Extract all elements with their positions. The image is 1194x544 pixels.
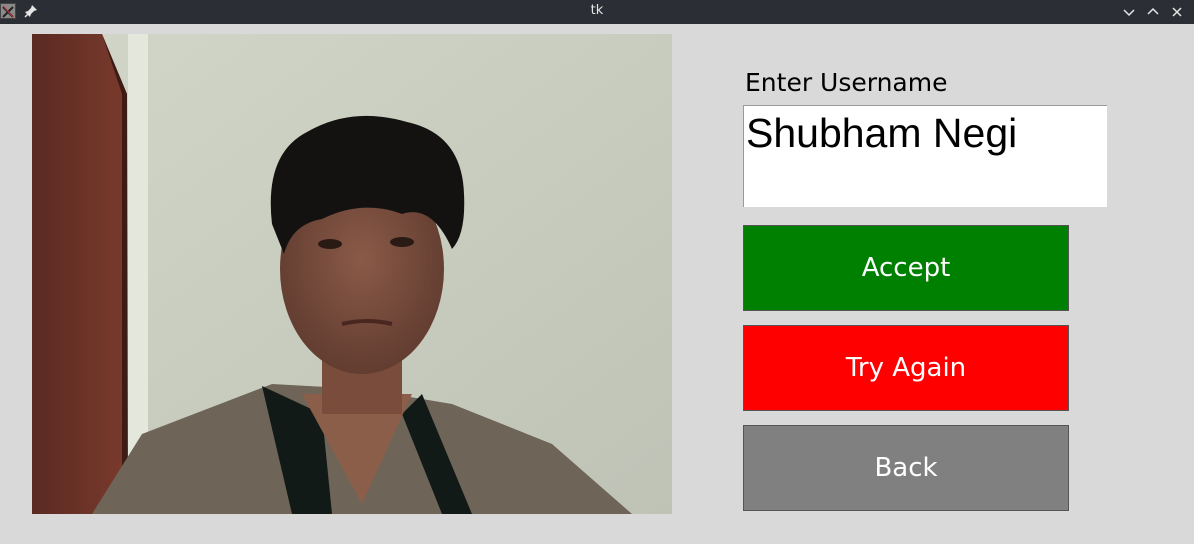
maximize-icon[interactable] — [1145, 4, 1161, 20]
close-icon[interactable] — [1169, 4, 1185, 20]
camera-feed — [32, 34, 672, 514]
title-bar[interactable]: tk — [0, 0, 1194, 24]
try-again-button[interactable]: Try Again — [743, 325, 1069, 411]
username-label: Enter Username — [745, 68, 948, 97]
camera-image — [32, 34, 672, 514]
accept-button[interactable]: Accept — [743, 225, 1069, 311]
username-input[interactable]: Shubham Negi — [743, 105, 1107, 207]
back-button[interactable]: Back — [743, 425, 1069, 511]
minimize-icon[interactable] — [1121, 4, 1137, 20]
window-title: tk — [590, 3, 604, 18]
